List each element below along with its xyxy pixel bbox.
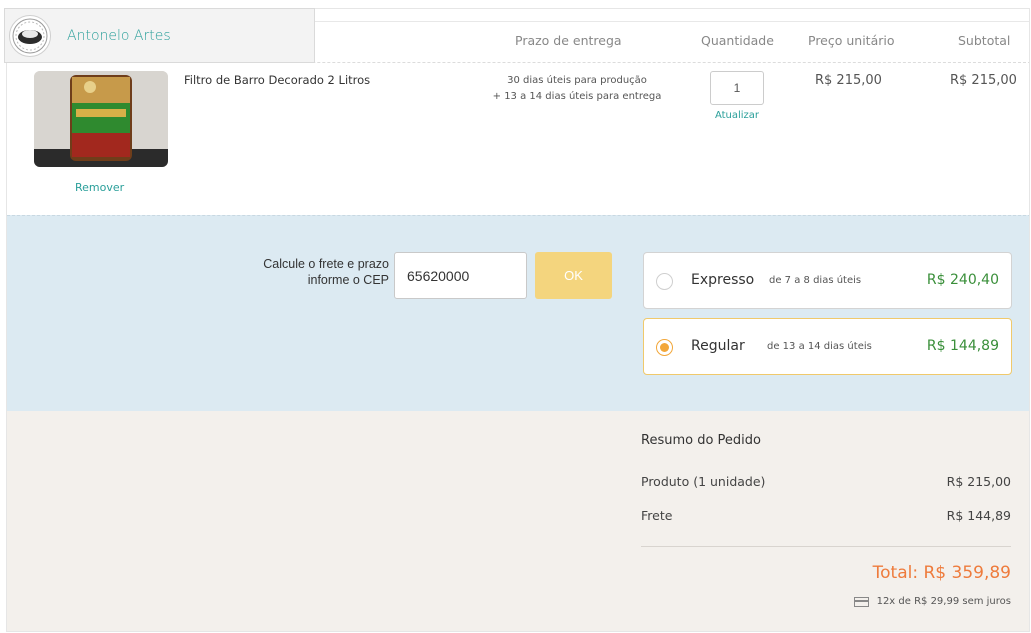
cep-label-line2: informe o CEP [307, 273, 389, 287]
store-logo-icon [9, 14, 51, 57]
installments: 12x de R$ 29,99 sem juros [853, 596, 1011, 607]
cep-input[interactable] [394, 252, 527, 299]
option-name: Expresso [691, 272, 755, 288]
summary-product-label: Produto (1 unidade) [641, 474, 766, 489]
summary-shipping-label: Frete [641, 508, 673, 523]
update-link[interactable]: Atualizar [710, 110, 764, 121]
option-days: de 7 a 8 dias úteis [769, 275, 862, 286]
delivery-time: 30 dias úteis para produção + 13 a 14 di… [467, 73, 687, 105]
option-price: R$ 144,89 [926, 338, 999, 354]
header-prazo: Prazo de entrega [515, 33, 622, 48]
order-total: Total: R$ 359,89 [872, 563, 1011, 583]
summary-divider [641, 546, 1011, 547]
product-image[interactable] [34, 71, 168, 167]
unit-price: R$ 215,00 [815, 73, 882, 88]
store-name[interactable]: Antonelo Artes [67, 28, 171, 44]
option-days: de 13 a 14 dias úteis [767, 341, 872, 352]
cep-label: Calcule o frete e prazo informe o CEP [217, 256, 389, 288]
remove-link[interactable]: Remover [75, 181, 124, 194]
delivery-shipping: + 13 a 14 dias úteis para entrega [492, 91, 662, 102]
option-name: Regular [691, 338, 745, 354]
summary-title: Resumo do Pedido [641, 433, 761, 448]
shipping-option-regular[interactable]: Regular de 13 a 14 dias úteis R$ 144,89 [643, 318, 1012, 375]
option-price: R$ 240,40 [926, 272, 999, 288]
summary-product-value: R$ 215,00 [946, 474, 1011, 489]
cep-label-line1: Calcule o frete e prazo [263, 257, 389, 271]
item-subtotal: R$ 215,00 [950, 73, 1017, 88]
credit-card-icon [853, 596, 869, 607]
delivery-production: 30 dias úteis para produção [507, 75, 647, 86]
installments-text: 12x de R$ 29,99 sem juros [876, 596, 1011, 607]
product-name[interactable]: Filtro de Barro Decorado 2 Litros [184, 73, 370, 87]
order-summary: Resumo do Pedido Produto (1 unidade) R$ … [7, 411, 1029, 631]
header-preco-unitario: Preço unitário [808, 33, 895, 48]
store-badge[interactable]: Antonelo Artes [4, 8, 315, 63]
radio-regular[interactable] [656, 339, 673, 356]
quantity-input[interactable] [710, 71, 764, 105]
ok-button[interactable]: OK [535, 252, 612, 299]
cart-card: Prazo de entrega Quantidade Preço unitár… [6, 8, 1030, 632]
header-quantidade: Quantidade [701, 33, 774, 48]
radio-expresso[interactable] [656, 273, 673, 290]
header-subtotal: Subtotal [958, 33, 1011, 48]
summary-shipping-value: R$ 144,89 [946, 508, 1011, 523]
shipping-section: Calcule o frete e prazo informe o CEP OK… [7, 215, 1029, 411]
shipping-option-expresso[interactable]: Expresso de 7 a 8 dias úteis R$ 240,40 [643, 252, 1012, 309]
